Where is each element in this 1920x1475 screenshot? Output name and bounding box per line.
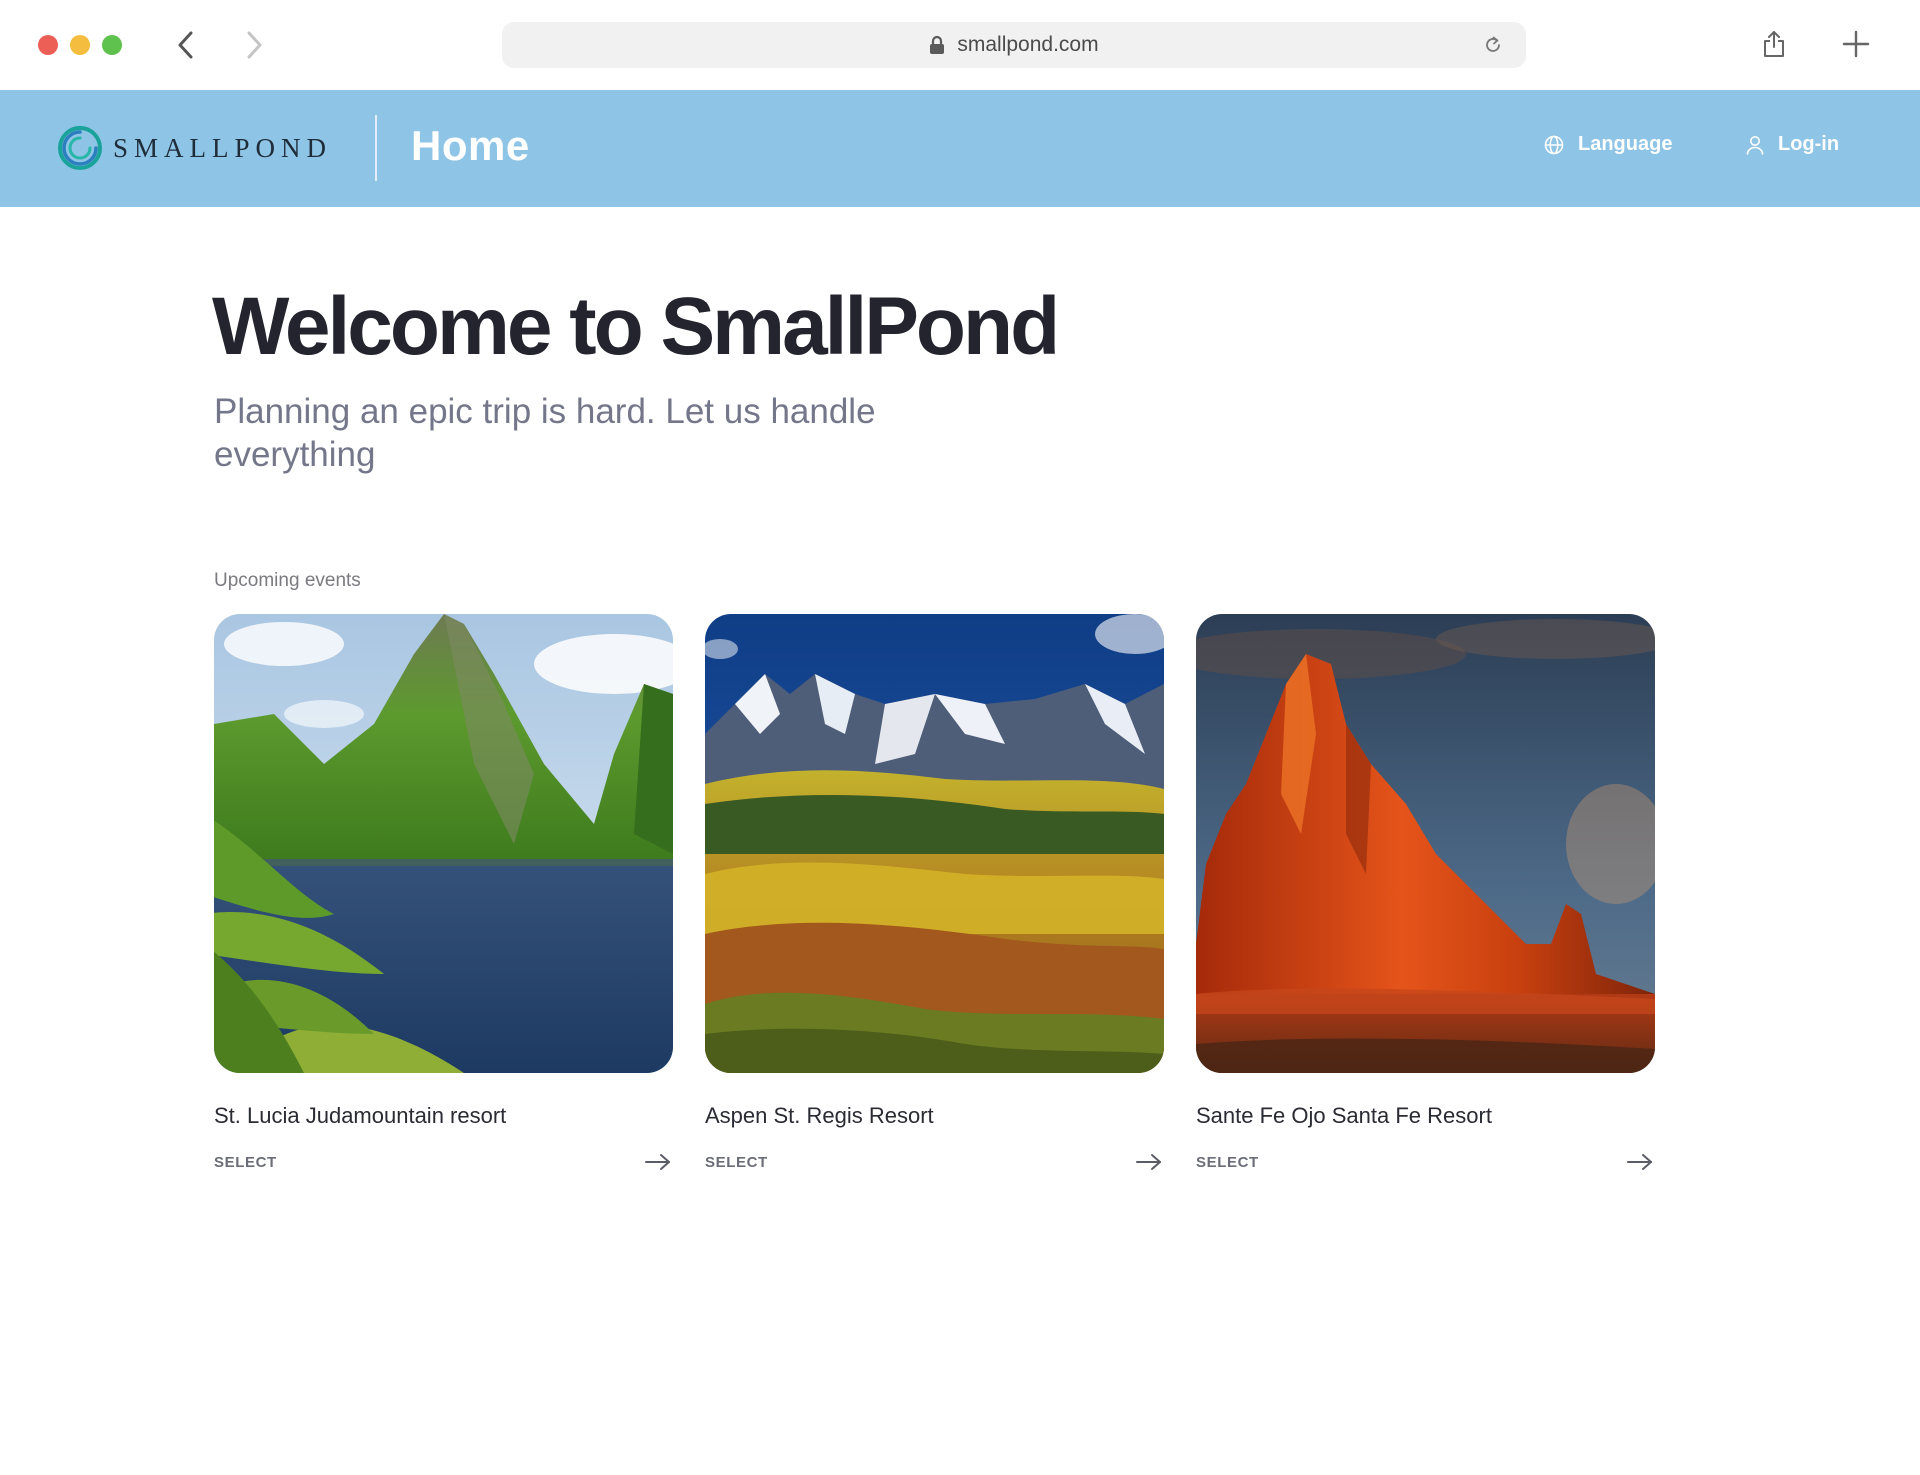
share-icon (1764, 31, 1784, 57)
logo-text: SMALLPOND (113, 132, 333, 163)
event-cards: St. Lucia Judamountain resort SELECT Asp… (214, 614, 1658, 1174)
arrow-right-icon[interactable] (643, 1150, 673, 1174)
site-header: SMALLPOND Home Language Log-in (0, 90, 1920, 207)
event-image-tropical[interactable] (214, 614, 673, 1073)
event-footer: SELECT (1196, 1149, 1655, 1175)
event-title: Aspen St. Regis Resort (705, 1103, 934, 1128)
arrow-right-icon[interactable] (1134, 1150, 1164, 1174)
back-button[interactable] (168, 27, 204, 63)
language-button[interactable]: Language (1544, 133, 1672, 156)
share-button[interactable] (1756, 26, 1792, 62)
url-text: smallpond.com (957, 33, 1099, 56)
select-button[interactable]: SELECT (214, 1154, 277, 1171)
select-button[interactable]: SELECT (1196, 1154, 1259, 1171)
arrow-right-icon[interactable] (1625, 1150, 1655, 1174)
close-window-button[interactable] (38, 35, 58, 55)
minimize-window-button[interactable] (70, 35, 90, 55)
event-title: Sante Fe Ojo Santa Fe Resort (1196, 1103, 1492, 1128)
event-card: Sante Fe Ojo Santa Fe Resort SELECT (1196, 614, 1655, 1175)
event-image-aspen[interactable] (705, 614, 1164, 1073)
language-label: Language (1578, 133, 1673, 155)
section-label: Upcoming events (214, 570, 361, 591)
hero-title: Welcome to SmallPond (212, 281, 1060, 372)
login-button[interactable]: Log-in (1746, 133, 1839, 156)
event-footer: SELECT (214, 1149, 673, 1175)
chevron-left-icon (178, 31, 193, 59)
event-image-red-rock[interactable] (1196, 614, 1655, 1073)
forward-button[interactable] (236, 27, 272, 63)
smallpond-logo[interactable]: SMALLPOND (57, 125, 332, 171)
reload-icon[interactable] (1482, 34, 1504, 56)
page-title: Home (411, 122, 530, 169)
plus-icon (1842, 30, 1870, 58)
event-title: St. Lucia Judamountain resort (214, 1103, 507, 1128)
event-card: Aspen St. Regis Resort SELECT (705, 614, 1164, 1175)
event-footer: SELECT (705, 1149, 1164, 1175)
header-divider (375, 115, 377, 181)
globe-icon (1544, 135, 1564, 155)
login-label: Log-in (1778, 133, 1840, 155)
hero-subtitle: Planning an epic trip is hard. Let us ha… (214, 392, 876, 474)
new-tab-button[interactable] (1838, 26, 1874, 62)
maximize-window-button[interactable] (102, 35, 122, 55)
chevron-right-icon (247, 31, 262, 59)
user-icon (1746, 135, 1764, 155)
pond-logo-icon (58, 126, 102, 170)
address-bar[interactable]: smallpond.com (502, 22, 1526, 68)
event-card: St. Lucia Judamountain resort SELECT (214, 614, 673, 1175)
browser-chrome: smallpond.com (0, 0, 1920, 90)
select-button[interactable]: SELECT (705, 1154, 768, 1171)
lock-icon (929, 35, 945, 55)
